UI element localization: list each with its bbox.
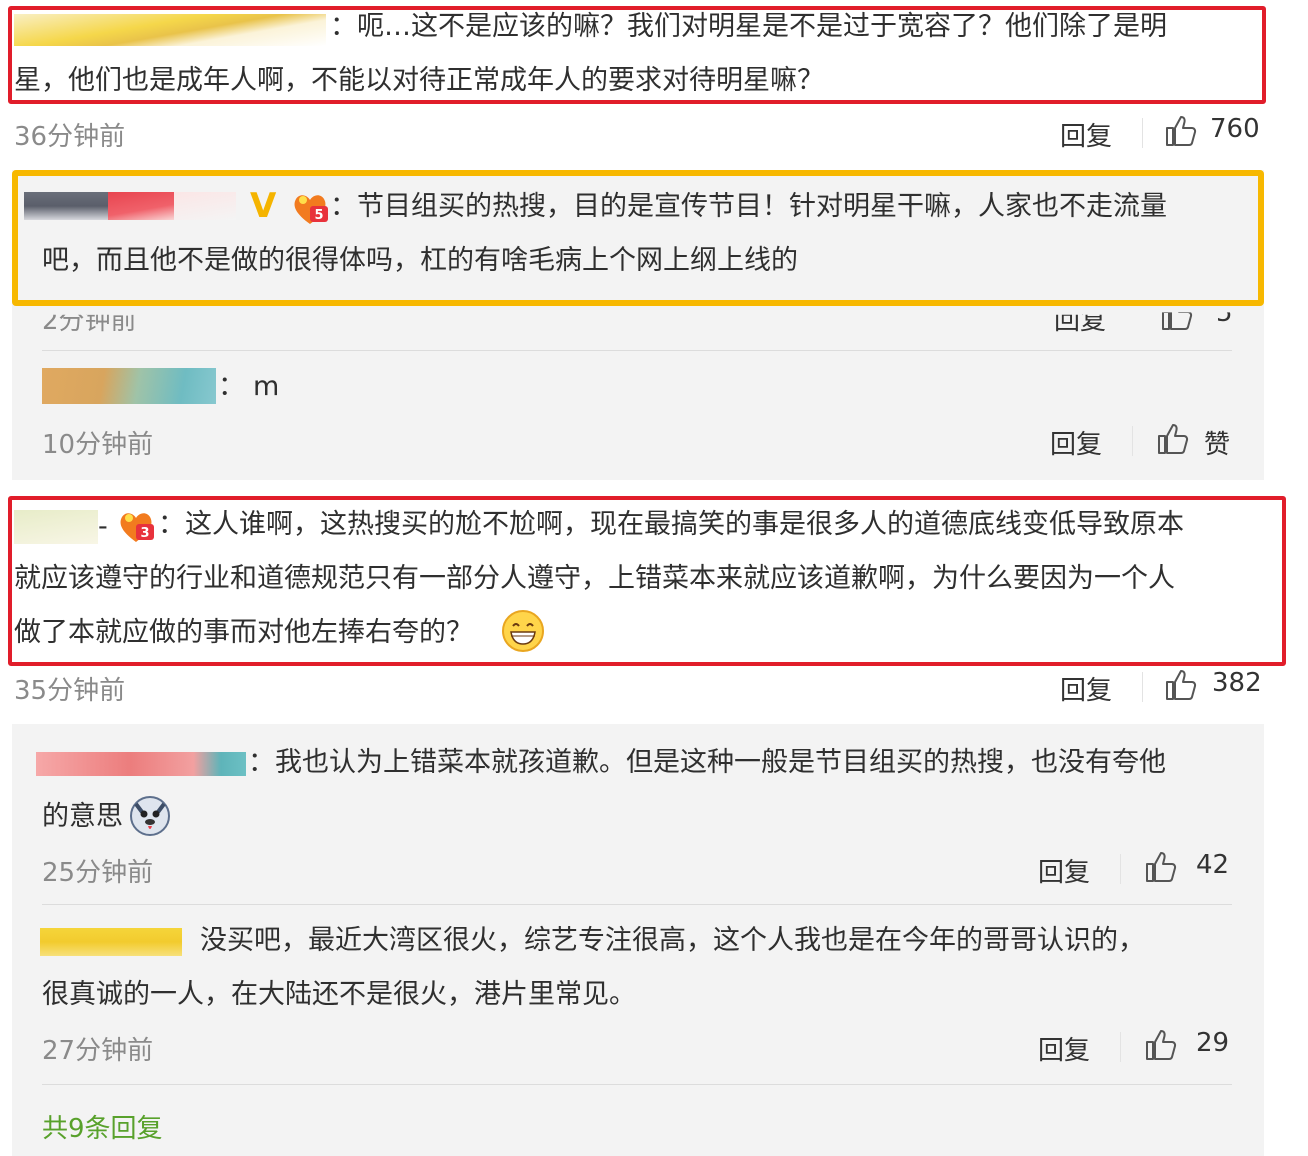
comment-2: V 5 ：节目组买的热搜，目的是宣传节目！针对明星干嘛，人家也不走流量 吧，而且… [12,170,1264,336]
action-divider [1132,426,1133,456]
username-mosaic[interactable] [36,752,246,776]
comment-time: 35分钟前 [14,676,126,706]
like-button[interactable]: 42 [1144,850,1244,886]
comment-time: 27分钟前 [42,1036,154,1066]
comment-text-line-1: 没买吧，最近大湾区很火，综艺专注很高，这个人我也是在今年的哥哥认识的， [200,925,1145,956]
action-divider [1120,854,1121,884]
thumbs-up-icon [1156,422,1190,456]
like-button[interactable]: 29 [1144,1028,1244,1064]
like-count: 760 [1210,114,1260,144]
like-count: 382 [1212,668,1262,698]
action-divider [1142,118,1143,148]
like-count: 赞 [1204,430,1231,460]
like-count: 42 [1196,850,1230,880]
thumbs-up-icon [1164,114,1198,148]
thumbs-up-icon [1164,668,1198,702]
highlight-box-red [8,496,1286,666]
reply-button[interactable]: 回复 [1038,1030,1090,1067]
thumbs-up-icon [1144,1028,1178,1062]
highlight-box-yellow [12,170,1264,306]
comment-5: ：我也认为上错菜本就孩道歉。但是这种一般是节目组买的热搜，也没有夸他 的意思 2… [36,736,1244,896]
like-button[interactable]: 382 [1164,668,1274,704]
dog-emoji-icon [128,794,172,842]
comment-time: 25分钟前 [42,858,154,888]
comment-1: ：呃…这不是应该的嘛？我们对明星是不是过于宽容了？他们除了是明 星，他们也是成年… [8,0,1272,160]
username-mosaic[interactable] [42,368,216,404]
reply-button[interactable]: 回复 [1060,670,1112,707]
like-button[interactable]: 760 [1164,114,1284,150]
comment-time: 36分钟前 [14,122,126,152]
highlight-box-red [8,6,1266,104]
thumbs-up-icon [1144,850,1178,884]
reply-divider [42,350,1232,351]
comment-text-line-1: ： m [218,371,280,402]
reply-button[interactable]: 回复 [1038,852,1090,889]
reply-divider [42,1084,1232,1085]
action-divider [1120,1032,1121,1062]
reply-button[interactable]: 回复 [1050,424,1102,461]
comment-6: 没买吧，最近大湾区很火，综艺专注很高，这个人我也是在今年的哥哥认识的， 很真诚的… [40,914,1244,1074]
like-button[interactable]: 赞 [1156,422,1246,460]
like-count: 29 [1196,1028,1230,1058]
comment-text-line-2: 很真诚的一人，在大陆还不是很火，港片里常见。 [42,979,636,1010]
comment-4: - 3 ：这人谁啊，这热搜买的尬不尬啊，现在最搞笑的事是很多人的道德底线变低导致… [8,496,1286,716]
reply-button[interactable]: 回复 [1060,116,1112,153]
comment-time: 10分钟前 [42,430,154,460]
comment-3: ： m 10分钟前 回复 赞 [42,360,1242,470]
reply-divider [42,904,1232,905]
comment-text-line-2: 的意思 [42,801,123,832]
more-replies-link[interactable]: 共9条回复 [42,1108,163,1145]
comment-text-line-1: ：我也认为上错菜本就孩道歉。但是这种一般是节目组买的热搜，也没有夸他 [248,747,1166,778]
action-divider [1142,672,1143,702]
username-mosaic[interactable] [40,928,182,956]
